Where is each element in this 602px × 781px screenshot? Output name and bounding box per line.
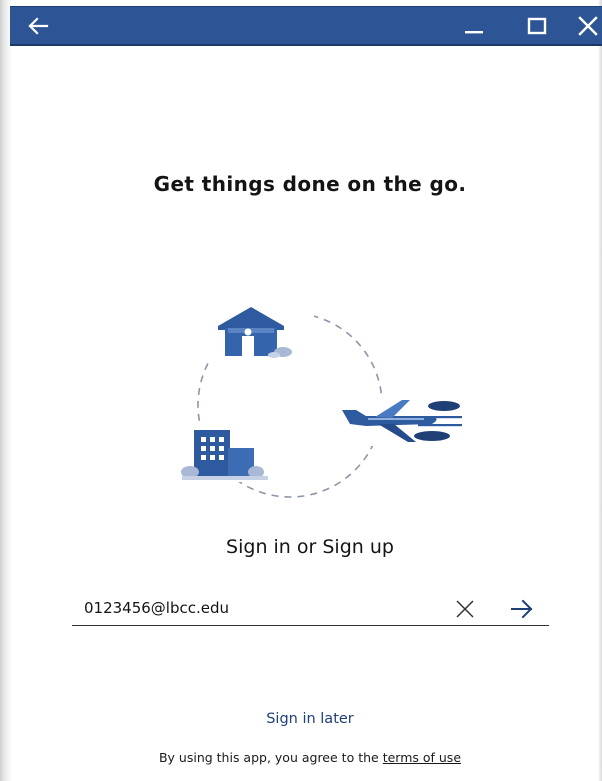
close-icon bbox=[578, 16, 598, 36]
airplane-icon bbox=[338, 398, 468, 446]
submit-email-button[interactable] bbox=[508, 596, 536, 622]
signin-title: Sign in or Sign up bbox=[226, 536, 394, 558]
close-icon bbox=[456, 600, 474, 618]
sign-in-later-link[interactable]: Sign in later bbox=[10, 711, 602, 727]
clear-email-button[interactable] bbox=[452, 596, 478, 622]
window-border-right bbox=[598, 0, 602, 781]
page-headline: Get things done on the go. bbox=[153, 172, 467, 196]
arrow-right-icon bbox=[511, 599, 533, 619]
back-button[interactable] bbox=[18, 7, 58, 45]
window-border-left bbox=[0, 0, 12, 781]
close-button[interactable] bbox=[568, 7, 602, 45]
house-icon bbox=[210, 306, 314, 372]
terms-prefix: By using this app, you agree to the bbox=[158, 750, 383, 765]
email-row bbox=[72, 592, 549, 626]
title-bar bbox=[10, 6, 602, 46]
maximize-button[interactable] bbox=[515, 7, 559, 45]
maximize-icon bbox=[527, 17, 547, 35]
minimize-icon bbox=[465, 31, 483, 34]
minimize-button[interactable] bbox=[452, 7, 496, 45]
app-window: Get things done on the go. Sign in or Si… bbox=[0, 0, 602, 781]
terms-of-use-link[interactable]: terms of use bbox=[383, 750, 461, 765]
email-input[interactable] bbox=[84, 594, 444, 622]
arrow-left-icon bbox=[28, 17, 49, 35]
terms-notice: By using this app, you agree to the term… bbox=[10, 750, 602, 765]
travel-illustration bbox=[178, 306, 468, 498]
office-building-icon bbox=[178, 426, 268, 482]
